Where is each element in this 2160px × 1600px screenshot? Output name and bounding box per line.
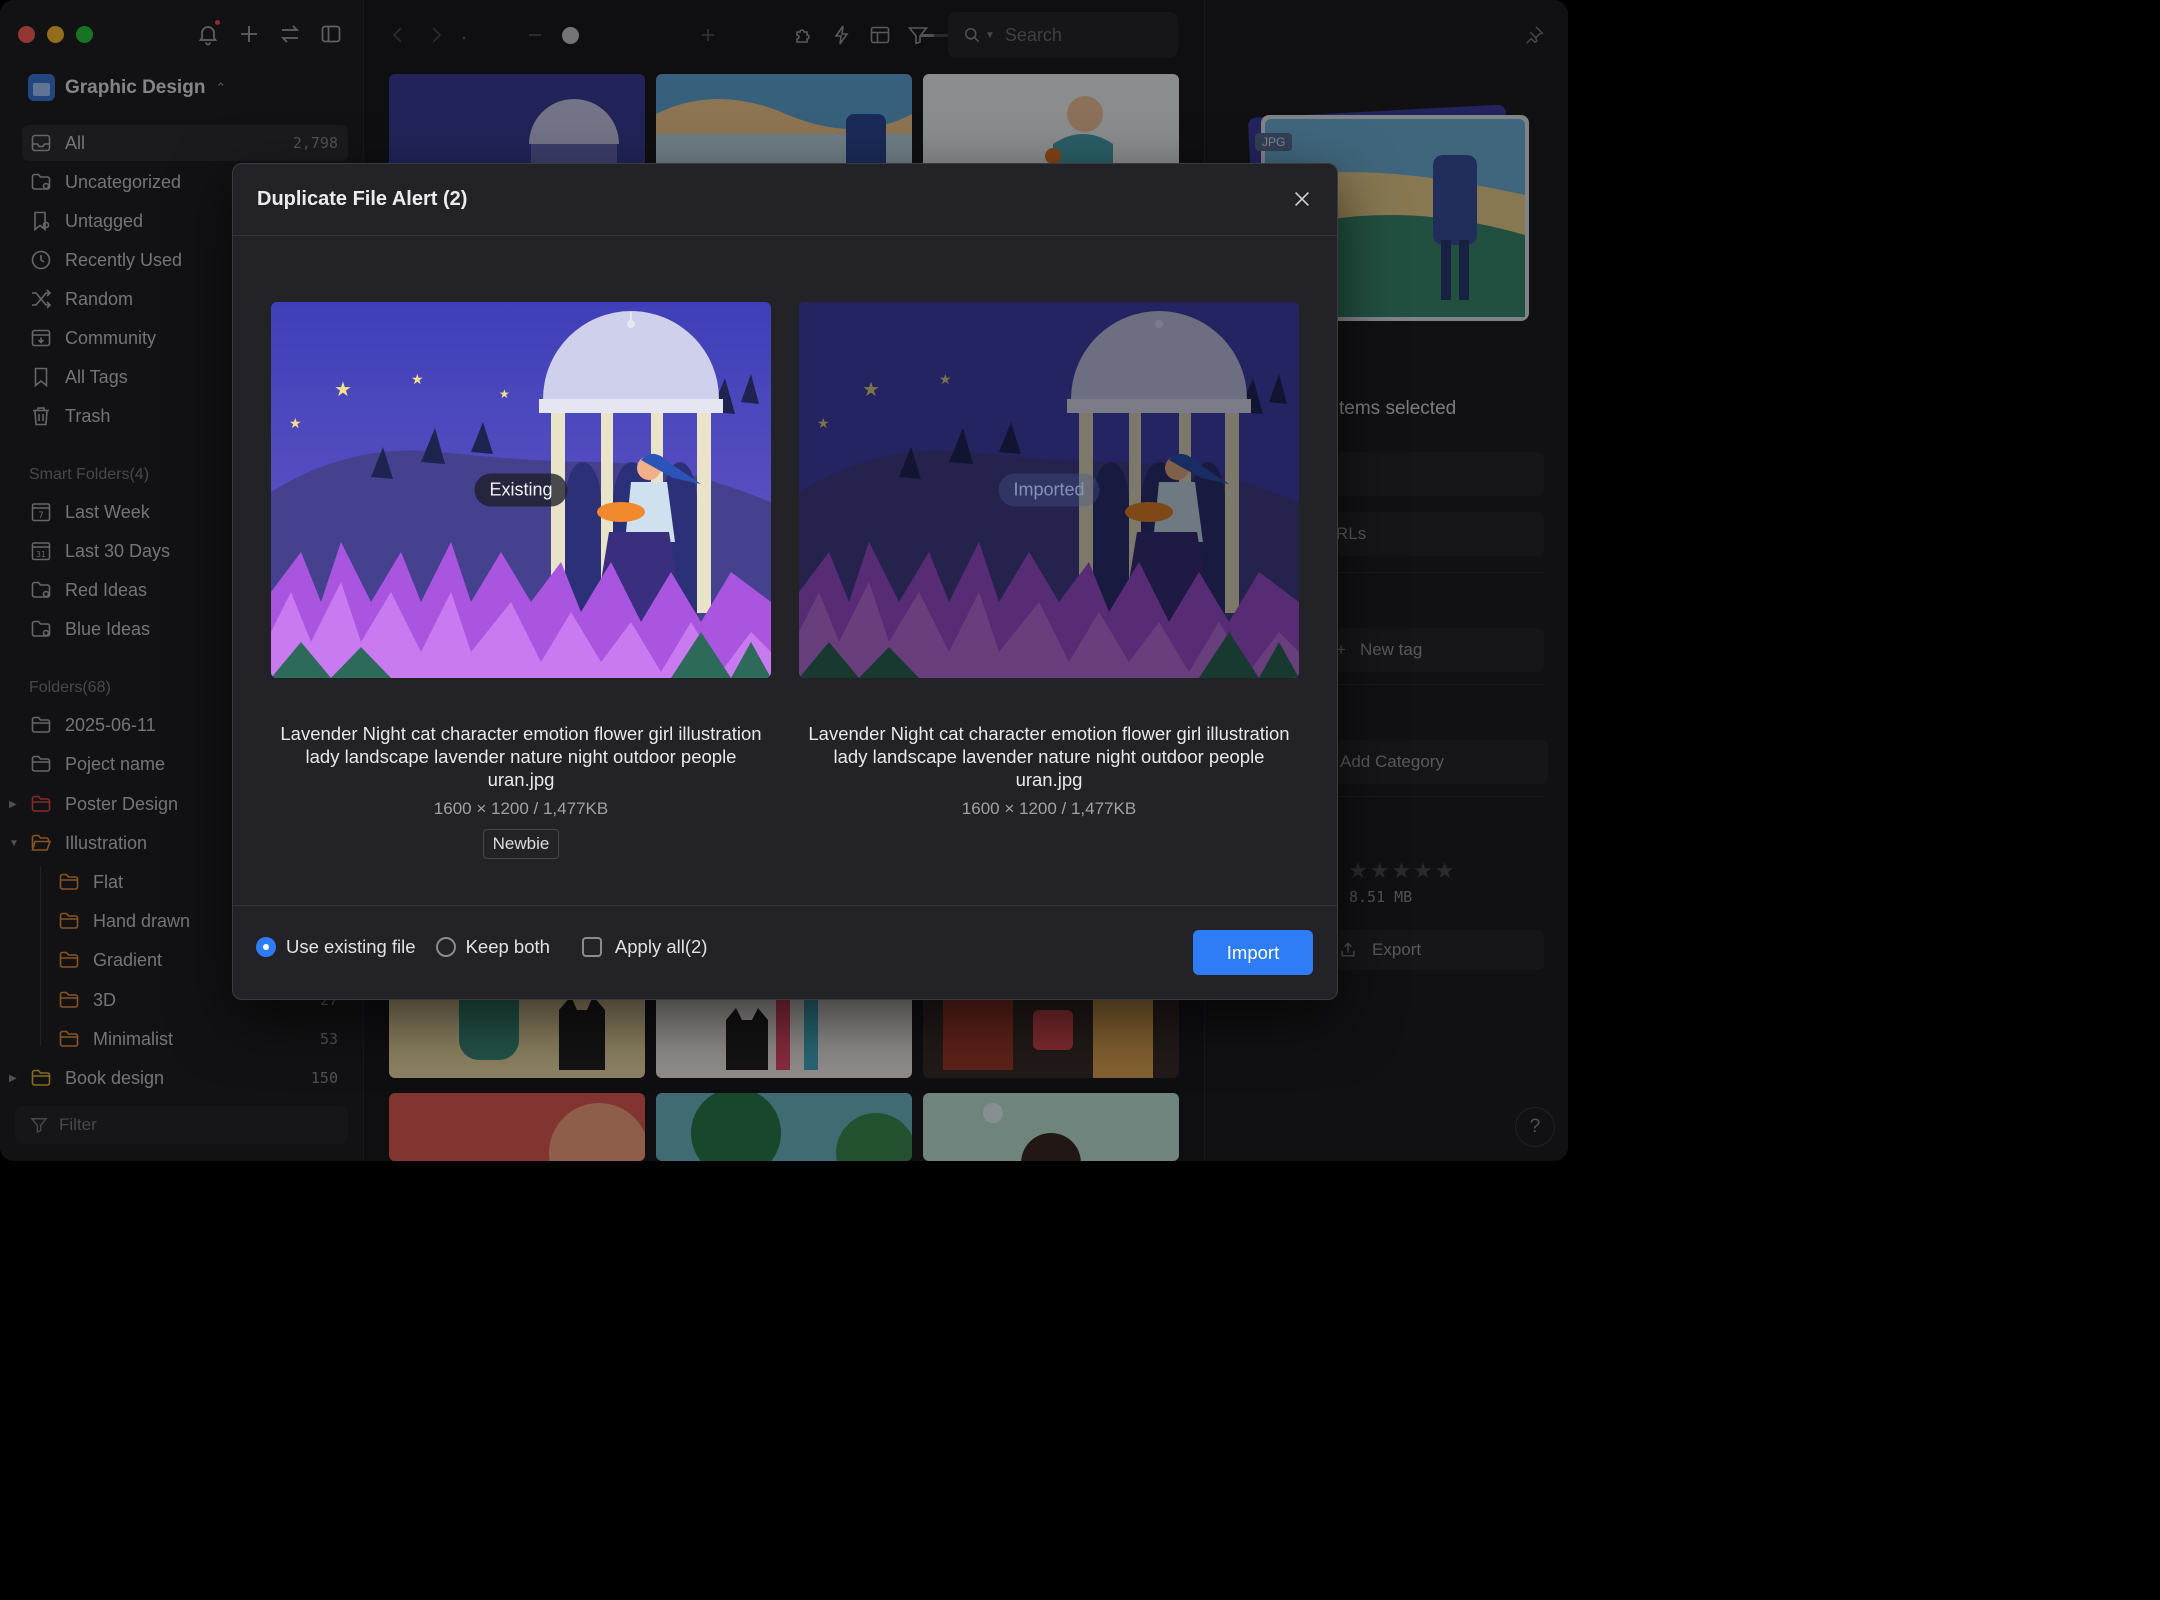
use-existing-option[interactable]: Use existing file (256, 936, 416, 958)
apply-all-option[interactable]: Apply all(2) (581, 936, 708, 958)
duplicate-file-dialog: Duplicate File Alert (2) ★ ★ ★ ★ Existin… (232, 163, 1338, 1000)
imported-file-card[interactable]: ★ ★ ★ Imported Lavender Night cat charac… (799, 302, 1299, 819)
existing-file-card[interactable]: ★ ★ ★ ★ Existing Lavender Night cat char… (271, 302, 771, 859)
svg-text:★: ★ (289, 416, 302, 432)
close-icon[interactable] (1291, 188, 1313, 210)
app-window: Graphic Design ⌃ All 2,798 Uncategorized… (0, 0, 1568, 1161)
svg-text:★: ★ (334, 377, 352, 401)
footer-divider (233, 905, 1337, 906)
existing-tags: Newbie (271, 829, 771, 859)
svg-text:★: ★ (499, 387, 510, 401)
use-existing-radio[interactable] (256, 937, 276, 957)
existing-file-preview: ★ ★ ★ ★ Existing (271, 302, 771, 678)
keep-both-label: Keep both (465, 936, 550, 957)
apply-all-checkbox[interactable] (581, 937, 602, 957)
keep-both-option[interactable]: Keep both (435, 936, 550, 958)
existing-file-name: Lavender Night cat character emotion flo… (280, 723, 762, 790)
svg-text:★: ★ (411, 372, 424, 388)
imported-file-name: Lavender Night cat character emotion flo… (808, 723, 1290, 790)
keep-both-radio[interactable] (435, 937, 456, 957)
imported-file-preview: ★ ★ ★ Imported (799, 302, 1299, 678)
existing-file-meta: 1600 × 1200 / 1,477KB (433, 799, 609, 818)
imported-badge: Imported (998, 473, 1100, 507)
header-divider (233, 235, 1337, 236)
existing-badge: Existing (474, 473, 568, 507)
apply-all-label: Apply all(2) (614, 936, 708, 957)
import-button[interactable]: Import (1193, 930, 1313, 975)
duplicate-options: Use existing file Keep both Apply all(2) (256, 936, 727, 958)
tag-chip[interactable]: Newbie (482, 829, 560, 859)
use-existing-label: Use existing file (286, 936, 416, 957)
imported-file-meta: 1600 × 1200 / 1,477KB (961, 799, 1137, 818)
dialog-title: Duplicate File Alert (2) (257, 188, 468, 210)
